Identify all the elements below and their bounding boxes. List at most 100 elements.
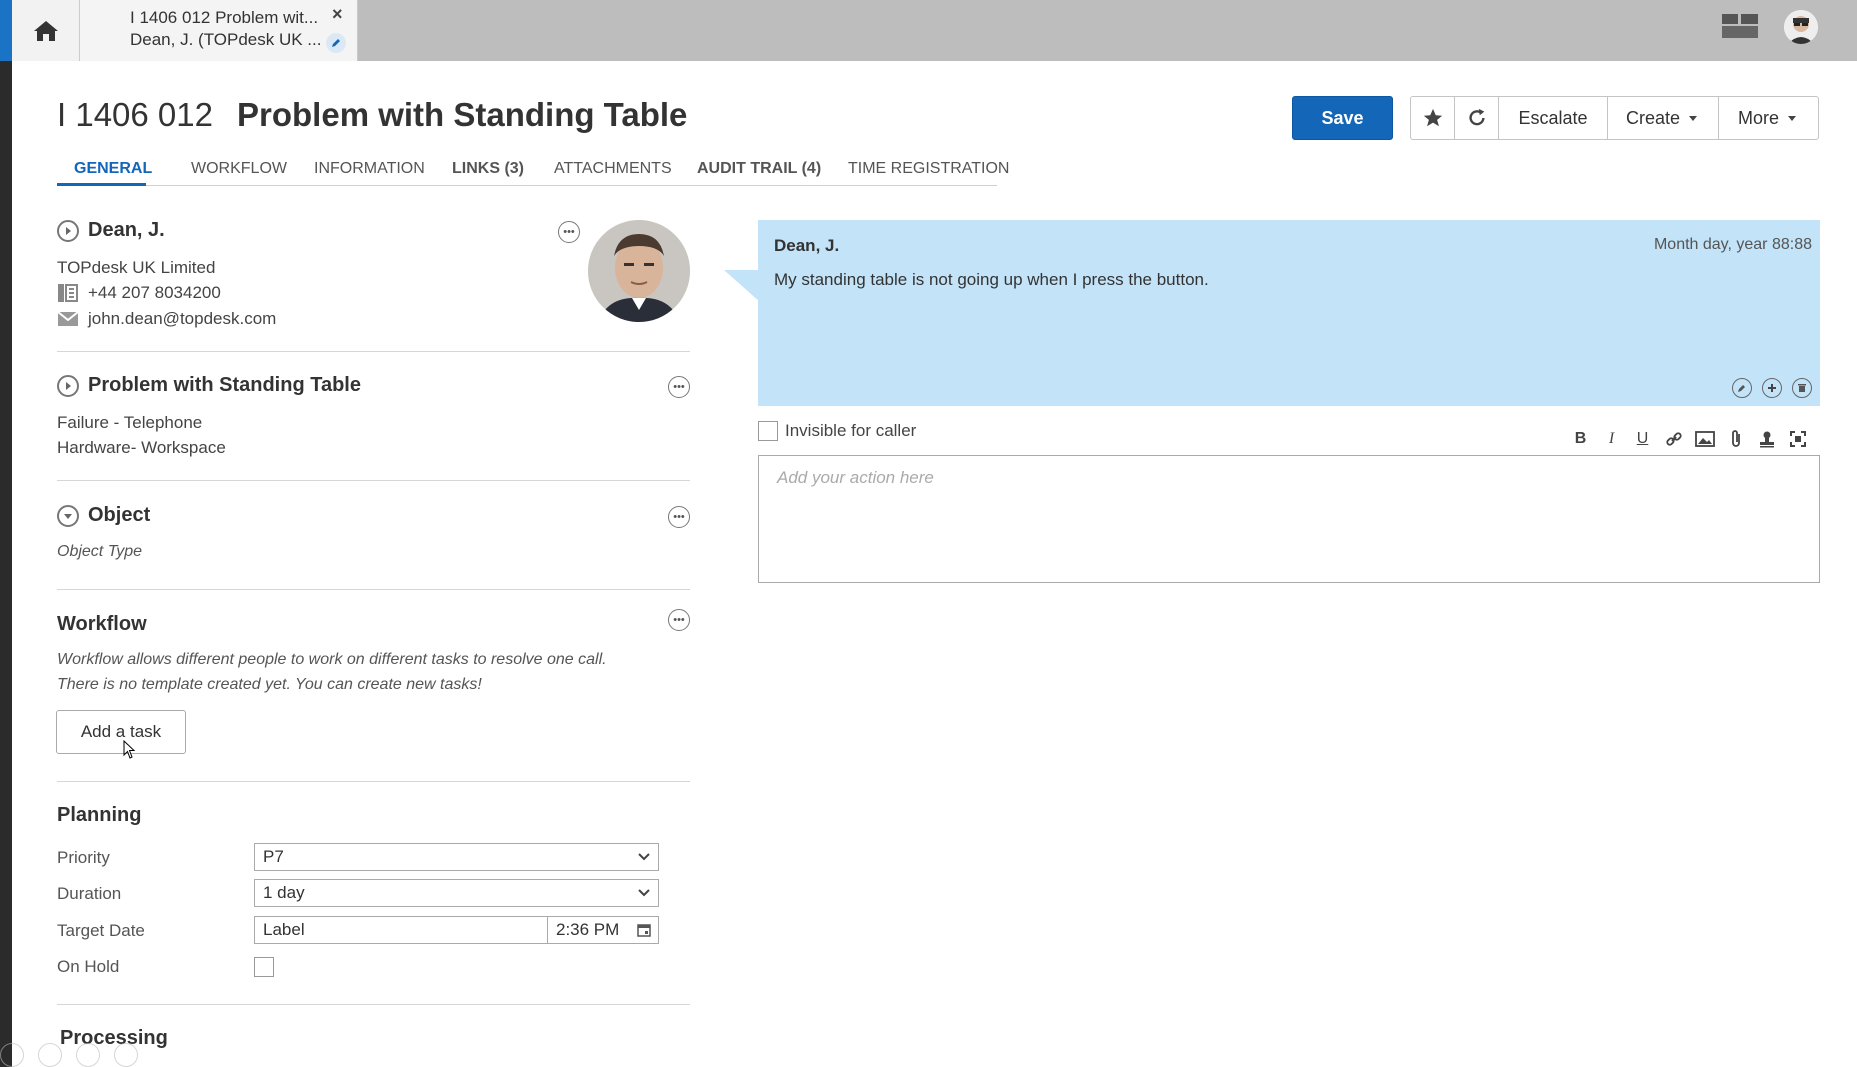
active-tab-underline — [57, 183, 146, 186]
caller-company: TOPdesk UK Limited — [57, 258, 216, 277]
chevron-down-icon — [638, 853, 650, 861]
italic-icon[interactable]: I — [1601, 428, 1622, 450]
workflow-description-2: There is no template created yet. You ca… — [57, 676, 482, 693]
close-tab-icon[interactable]: × — [332, 4, 343, 25]
more-label: More — [1737, 107, 1779, 128]
on-hold-checkbox[interactable] — [254, 957, 274, 977]
edit-pencil-icon — [326, 33, 346, 53]
action-placeholder: Add your action here — [777, 468, 934, 487]
priority-label: Priority — [57, 848, 110, 867]
section-tabs: GENERAL WORKFLOW INFORMATION LINKS (3) A… — [57, 158, 1009, 186]
expand-caller-icon[interactable] — [57, 220, 79, 242]
duration-select[interactable]: 1 day — [254, 879, 659, 907]
caller-avatar — [588, 220, 690, 322]
problem-title[interactable]: Problem with Standing Table — [88, 374, 361, 397]
problem-subcategory: Hardware- Workspace — [57, 438, 226, 457]
document-tab-subtitle: Dean, J. (TOPdesk UK ... — [130, 30, 322, 49]
add-icon[interactable] — [1762, 378, 1782, 398]
caller-name[interactable]: Dean, J. — [88, 219, 165, 242]
message-timestamp: Month day, year 88:88 — [1653, 236, 1812, 253]
problem-more-icon[interactable]: ••• — [668, 376, 690, 398]
divider — [57, 1004, 690, 1005]
divider — [57, 351, 690, 352]
caller-more-icon[interactable]: ••• — [558, 221, 580, 243]
caller-email[interactable]: john.dean@topdesk.com — [88, 309, 276, 329]
more-dropdown-button[interactable]: More — [1719, 97, 1818, 139]
user-avatar[interactable] — [1784, 10, 1818, 44]
expand-problem-icon[interactable] — [57, 375, 79, 397]
message-text: My standing table is not going up when I… — [774, 270, 1209, 289]
left-strip-accent — [0, 0, 12, 61]
message-bubble: Dean, J. Month day, year 88:88 My standi… — [758, 220, 1820, 406]
save-button[interactable]: Save — [1292, 96, 1393, 140]
copy-tool-icon[interactable] — [38, 1043, 62, 1067]
incident-number: I 1406 012 — [57, 96, 213, 133]
favorite-button[interactable] — [1411, 97, 1455, 139]
document-tab-title: I 1406 012 Problem wit... — [130, 8, 319, 27]
duration-label: Duration — [57, 884, 122, 903]
delete-icon[interactable] — [1792, 378, 1812, 398]
add-task-button[interactable]: Add a task — [56, 710, 186, 754]
attachment-icon[interactable] — [1725, 428, 1746, 450]
refresh-icon — [1468, 108, 1485, 126]
fullscreen-icon[interactable] — [1787, 428, 1808, 450]
pen-tool-icon[interactable] — [0, 1043, 24, 1067]
mouse-cursor-icon — [123, 740, 136, 759]
zoom-tool-icon[interactable] — [76, 1043, 100, 1067]
target-time-input[interactable]: 2:36 PM — [547, 916, 659, 944]
divider — [57, 480, 690, 481]
editor-toolbar: B I U — [1570, 428, 1808, 450]
action-input[interactable]: Add your action here — [758, 455, 1820, 583]
star-icon — [1423, 108, 1442, 127]
object-title[interactable]: Object — [88, 504, 150, 527]
invisible-for-caller-checkbox[interactable] — [758, 421, 778, 441]
caret-down-icon — [1689, 116, 1698, 121]
document-tab[interactable]: I 1406 012 Problem wit... Dean, J. (TOPd… — [80, 0, 358, 61]
message-author: Dean, J. — [774, 236, 840, 255]
page-title: Problem with Standing Table — [237, 96, 688, 133]
chevron-down-icon — [638, 889, 650, 897]
bold-icon[interactable]: B — [1570, 428, 1591, 450]
divider — [57, 781, 690, 782]
object-more-icon[interactable]: ••• — [668, 506, 690, 528]
priority-select[interactable]: P7 — [254, 843, 659, 871]
calendar-icon[interactable] — [636, 922, 652, 938]
tab-time-registration[interactable]: TIME REGISTRATION — [848, 160, 1009, 178]
target-time-value: 2:36 PM — [556, 920, 620, 939]
problem-category: Failure - Telephone — [57, 413, 203, 432]
create-dropdown-button[interactable]: Create — [1608, 97, 1719, 139]
workflow-more-icon[interactable]: ••• — [668, 609, 690, 631]
link-icon[interactable] — [1663, 428, 1684, 450]
tab-links[interactable]: LINKS (3) — [452, 160, 524, 178]
home-icon — [33, 20, 58, 41]
tab-audit-trail[interactable]: AUDIT TRAIL (4) — [697, 160, 821, 178]
tab-attachments[interactable]: ATTACHMENTS — [554, 160, 672, 178]
target-date-label: Target Date — [57, 921, 145, 940]
duration-value: 1 day — [263, 883, 305, 902]
caller-phone[interactable]: +44 207 8034200 — [88, 283, 221, 303]
apps-grid-icon[interactable] — [1722, 14, 1758, 38]
refresh-button[interactable] — [1455, 97, 1499, 139]
stamp-icon[interactable] — [1756, 428, 1777, 450]
phone-icon — [58, 284, 78, 302]
more-tool-icon[interactable] — [114, 1043, 138, 1067]
tab-workflow[interactable]: WORKFLOW — [191, 160, 287, 178]
home-button[interactable] — [12, 0, 80, 61]
message-actions — [1732, 378, 1812, 398]
invisible-for-caller-label: Invisible for caller — [785, 421, 917, 440]
target-date-input[interactable]: Label — [254, 916, 548, 944]
tab-general[interactable]: GENERAL — [74, 160, 152, 178]
escalate-button[interactable]: Escalate — [1499, 97, 1608, 139]
left-strip — [0, 0, 12, 1067]
caret-down-icon — [1788, 116, 1796, 121]
priority-value: P7 — [263, 847, 284, 866]
collapse-object-icon[interactable] — [57, 505, 79, 527]
tab-information[interactable]: INFORMATION — [314, 160, 425, 178]
action-button-group: Escalate Create More — [1410, 96, 1819, 140]
edit-icon[interactable] — [1732, 378, 1752, 398]
image-icon[interactable] — [1694, 428, 1715, 450]
mail-icon — [57, 311, 79, 326]
message-bubble-tail — [724, 270, 760, 302]
divider — [57, 589, 690, 590]
underline-icon[interactable]: U — [1632, 428, 1653, 450]
